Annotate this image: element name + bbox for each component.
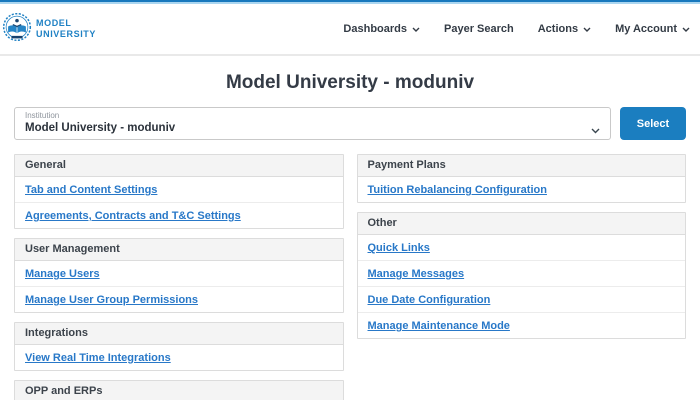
settings-link-manage-maintenance-mode[interactable]: Manage Maintenance Mode bbox=[368, 320, 510, 332]
page-title: Model University - moduniv bbox=[0, 72, 700, 94]
nav-my-account[interactable]: My Account bbox=[615, 23, 690, 35]
card-title: User Management bbox=[15, 239, 343, 261]
university-logo[interactable]: MODEL UNIVERSITY bbox=[2, 10, 96, 49]
select-button[interactable]: Select bbox=[620, 107, 686, 140]
settings-row: Manage User Group Permissions bbox=[15, 287, 343, 312]
settings-link-manage-messages[interactable]: Manage Messages bbox=[368, 268, 465, 280]
settings-row: Tab and Content Settings bbox=[15, 177, 343, 203]
card-title: OPP and ERPs bbox=[15, 381, 343, 400]
settings-link-manage-user-group-permissions[interactable]: Manage User Group Permissions bbox=[25, 294, 198, 306]
settings-card-user-management: User Management Manage Users Manage User G… bbox=[14, 238, 344, 313]
settings-column-right: Payment Plans Tuition Rebalancing Configu… bbox=[357, 154, 687, 339]
settings-row: Manage Maintenance Mode bbox=[358, 313, 686, 338]
settings-link-tab-and-content-settings[interactable]: Tab and Content Settings bbox=[25, 184, 157, 196]
settings-column-left: General Tab and Content Settings Agreement… bbox=[14, 154, 344, 400]
settings-row: Due Date Configuration bbox=[358, 287, 686, 313]
settings-row: Manage Users bbox=[15, 261, 343, 287]
institution-select[interactable]: Institution Model University - moduniv bbox=[14, 107, 611, 140]
settings-row: Quick Links bbox=[358, 235, 686, 261]
settings-link-tuition-rebalancing-configuration[interactable]: Tuition Rebalancing Configuration bbox=[368, 184, 547, 196]
settings-link-manage-users[interactable]: Manage Users bbox=[25, 268, 100, 280]
card-title: Other bbox=[358, 213, 686, 235]
settings-row: Agreements, Contracts and T&C Settings bbox=[15, 203, 343, 228]
nav-my-account-label: My Account bbox=[615, 23, 677, 35]
institution-select-row: Institution Model University - moduniv S… bbox=[14, 107, 686, 140]
nav-payer-search-label: Payer Search bbox=[444, 23, 514, 35]
card-title: General bbox=[15, 155, 343, 177]
settings-link-agreements-contracts-and-t-c-settings[interactable]: Agreements, Contracts and T&C Settings bbox=[25, 210, 241, 222]
nav-actions[interactable]: Actions bbox=[538, 23, 591, 35]
card-title: Integrations bbox=[15, 323, 343, 345]
brand-line2: UNIVERSITY bbox=[36, 29, 96, 39]
chevron-down-icon bbox=[583, 23, 591, 35]
institution-select-label: Institution bbox=[25, 111, 584, 121]
settings-link-due-date-configuration[interactable]: Due Date Configuration bbox=[368, 294, 491, 306]
university-name: MODEL UNIVERSITY bbox=[36, 18, 96, 40]
chevron-down-icon bbox=[412, 23, 420, 35]
settings-card-integrations: Integrations View Real Time Integrations bbox=[14, 322, 344, 371]
chevron-down-icon bbox=[682, 23, 690, 35]
settings-row: Manage Messages bbox=[358, 261, 686, 287]
settings-card-general: General Tab and Content Settings Agreement… bbox=[14, 154, 344, 229]
chevron-down-icon bbox=[591, 121, 600, 139]
nav-dashboards[interactable]: Dashboards bbox=[343, 23, 420, 35]
main-nav: Dashboards Payer Search Actions My Accou… bbox=[343, 23, 692, 35]
card-title: Payment Plans bbox=[358, 155, 686, 177]
settings-columns: General Tab and Content Settings Agreement… bbox=[14, 154, 686, 400]
settings-row: View Real Time Integrations bbox=[15, 345, 343, 370]
nav-actions-label: Actions bbox=[538, 23, 578, 35]
nav-payer-search[interactable]: Payer Search bbox=[444, 23, 514, 35]
settings-card-other: Other Quick Links Manage Messages Due Date … bbox=[357, 212, 687, 339]
settings-link-view-real-time-integrations[interactable]: View Real Time Integrations bbox=[25, 352, 171, 364]
app-header: MODEL UNIVERSITY Dashboards Payer Search… bbox=[0, 4, 700, 56]
brand-line1: MODEL bbox=[36, 18, 72, 28]
university-seal-icon bbox=[2, 10, 32, 49]
settings-card-opp-and-erps: OPP and ERPsPayment Configurations bbox=[14, 380, 344, 400]
nav-dashboards-label: Dashboards bbox=[343, 23, 407, 35]
settings-card-payment-plans: Payment Plans Tuition Rebalancing Configu… bbox=[357, 154, 687, 203]
institution-select-value: Model University - moduniv bbox=[25, 121, 584, 135]
settings-row: Tuition Rebalancing Configuration bbox=[358, 177, 686, 202]
settings-link-quick-links[interactable]: Quick Links bbox=[368, 242, 430, 254]
